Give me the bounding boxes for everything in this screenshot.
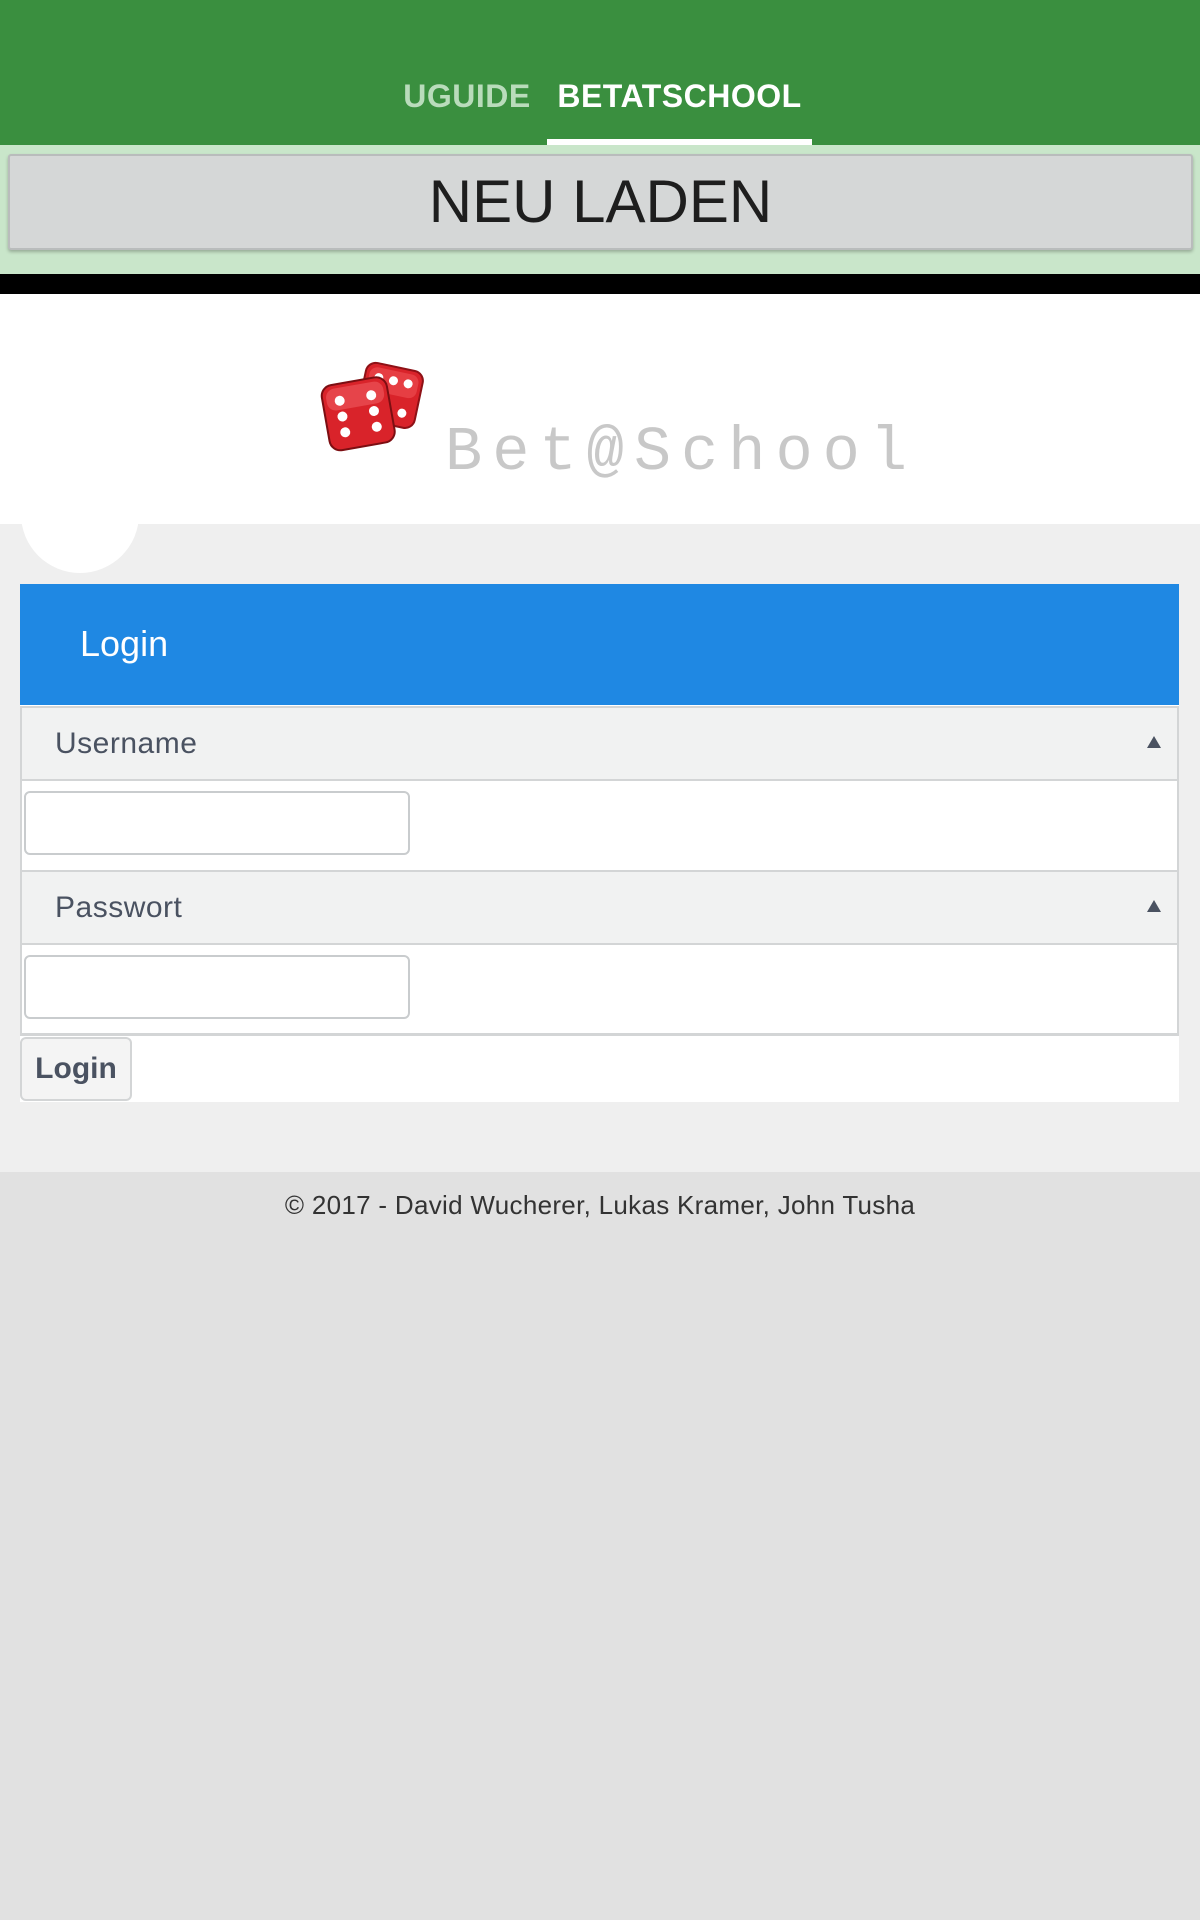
login-button[interactable]: Login [20, 1037, 132, 1101]
site-header [0, 294, 1200, 524]
tab-uguide[interactable]: UGUIDE [391, 72, 543, 145]
login-title: Login [80, 623, 169, 664]
collapse-arrow-icon[interactable] [1147, 900, 1161, 912]
reload-button[interactable]: NEU LADEN [8, 154, 1193, 250]
form-divider [20, 1033, 1179, 1036]
footer-copyright: © 2017 - David Wucherer, Lukas Kramer, J… [284, 1190, 916, 1220]
password-label: Passwort [55, 891, 183, 924]
tab-betatschool[interactable]: BETATSCHOOL [547, 72, 812, 145]
page: UGUIDE BETATSCHOOL NEU LADEN Bet@School … [0, 0, 1200, 1920]
collapse-arrow-icon[interactable] [1147, 736, 1161, 748]
footer: © 2017 - David Wucherer, Lukas Kramer, J… [0, 1172, 1200, 1232]
password-input-row [20, 945, 1179, 1035]
avatar [21, 455, 139, 573]
username-label: Username [55, 727, 198, 760]
password-input[interactable] [24, 955, 410, 1019]
username-input[interactable] [24, 791, 410, 855]
password-label-row[interactable]: Passwort [20, 870, 1179, 945]
dice-icon [320, 361, 424, 452]
logo-text: Bet@School [445, 417, 918, 488]
login-header [20, 584, 1179, 705]
username-label-row[interactable]: Username [20, 706, 1179, 781]
divider-band [0, 274, 1200, 294]
username-input-row [20, 781, 1179, 871]
